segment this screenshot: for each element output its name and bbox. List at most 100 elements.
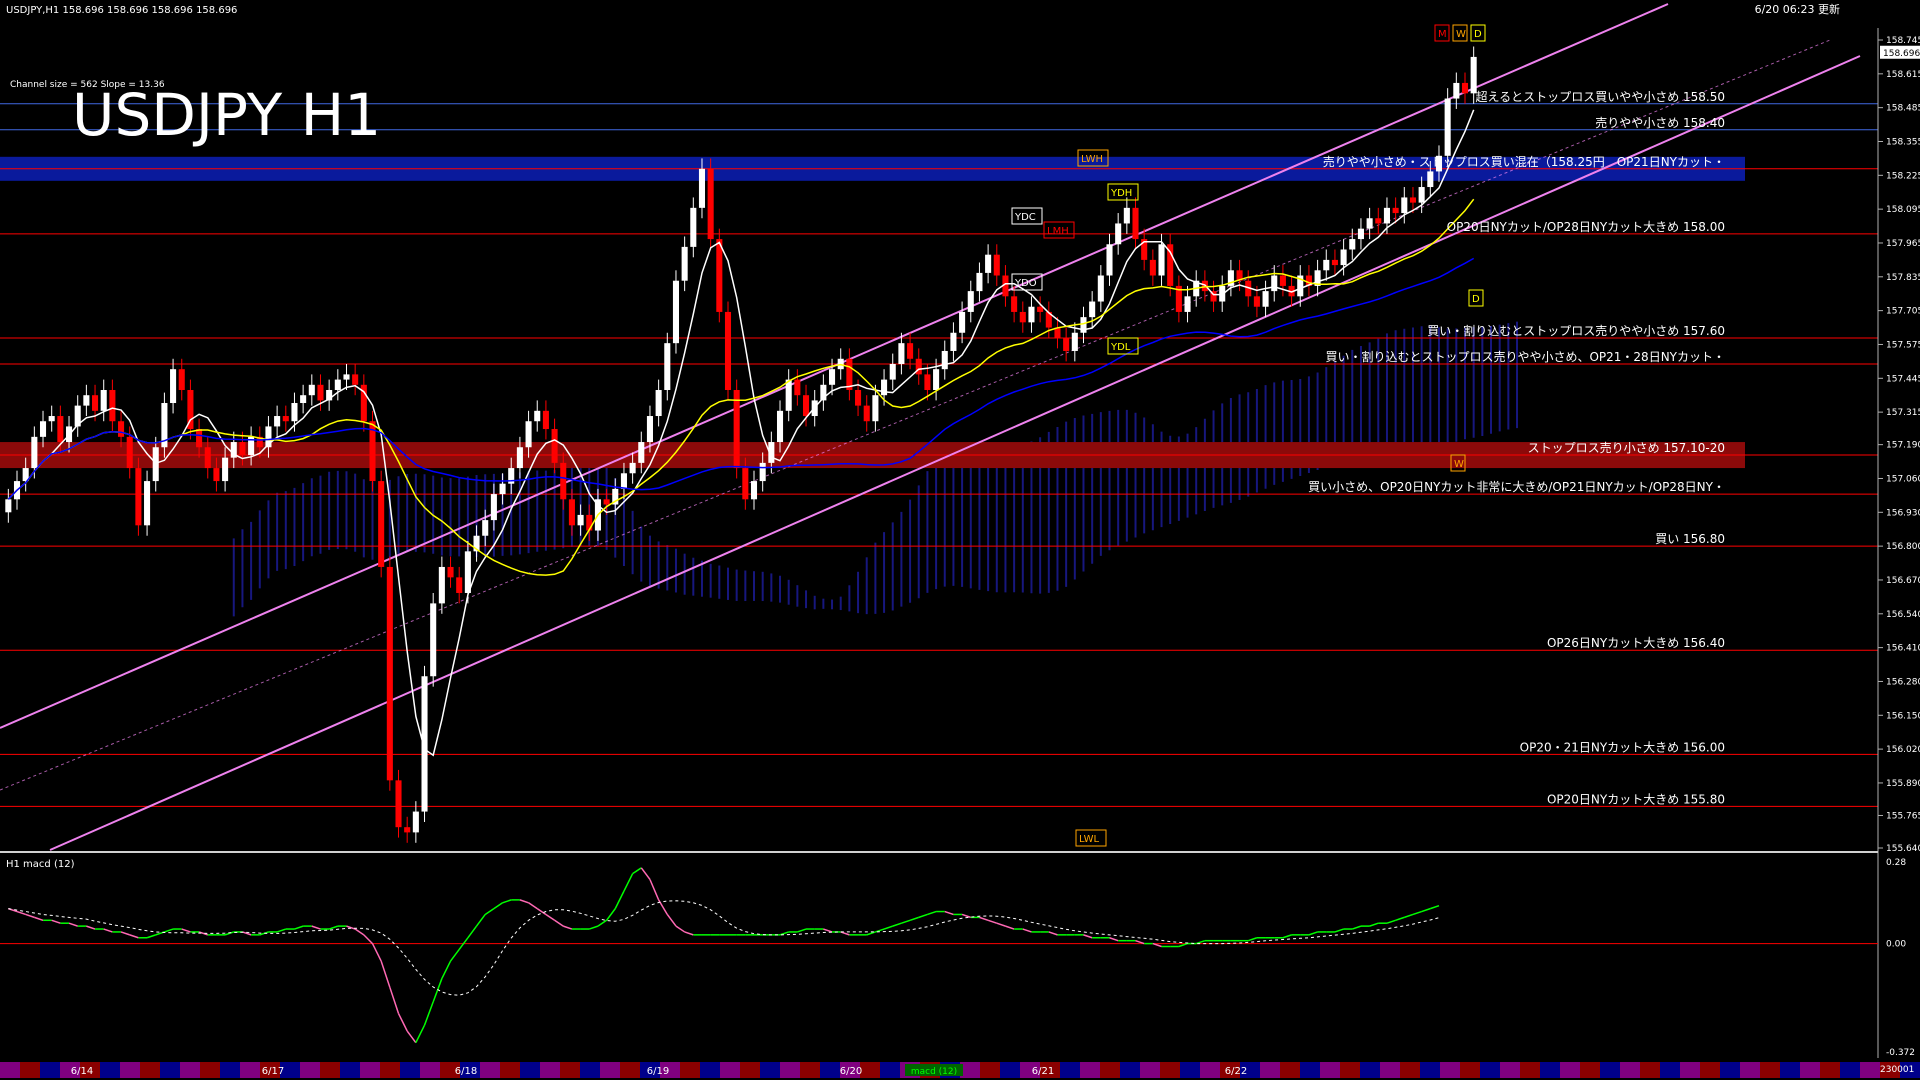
- tag-text: M: [1438, 29, 1447, 40]
- candle-body: [733, 390, 740, 469]
- date-bar-segment: [300, 1062, 320, 1078]
- candle-body: [126, 436, 133, 469]
- date-label: 6/22: [1225, 1066, 1247, 1077]
- date-bar-segment: [1620, 1062, 1640, 1078]
- candle-body: [1357, 228, 1364, 240]
- date-bar-segment: [700, 1062, 720, 1078]
- candle-body: [976, 272, 983, 292]
- candle-body: [239, 442, 246, 456]
- price-tick-label: 156.150: [1886, 711, 1920, 721]
- candle-body: [785, 379, 792, 411]
- candle-body: [750, 481, 758, 500]
- date-bar-segment: [20, 1062, 40, 1078]
- candle-body: [534, 410, 541, 422]
- date-bar-segment: [620, 1062, 640, 1078]
- candle-body: [222, 457, 229, 482]
- date-bar-segment: [880, 1062, 900, 1078]
- date-bar-segment: [1160, 1062, 1180, 1078]
- date-bar-segment: [1420, 1062, 1440, 1078]
- candle-body: [118, 421, 125, 437]
- date-bar-segment: [600, 1062, 620, 1078]
- date-bar-segment: [360, 1062, 380, 1078]
- price-tick-label: 157.315: [1886, 408, 1920, 418]
- date-bar-segment: [1840, 1062, 1860, 1078]
- date-bar-segment: [1860, 1062, 1880, 1078]
- candle-body: [872, 395, 879, 422]
- candle-body: [1375, 218, 1382, 224]
- candle-body: [1149, 259, 1156, 276]
- candle-body: [620, 473, 627, 489]
- tag-text: YDO: [1014, 278, 1037, 289]
- date-bar-segment: [380, 1062, 400, 1078]
- date-bar-segment: [560, 1062, 580, 1078]
- candle-body: [1071, 332, 1078, 351]
- candle-body: [881, 379, 888, 396]
- date-bar-segment: [1380, 1062, 1400, 1078]
- candle-body: [993, 254, 1000, 276]
- date-bar-segment: [1400, 1062, 1420, 1078]
- candle-body: [863, 405, 870, 422]
- candle-body: [213, 468, 220, 482]
- tag-text: YDL: [1110, 342, 1131, 353]
- price-tick-label: 155.640: [1886, 844, 1920, 854]
- date-bar-segment: [1260, 1062, 1280, 1078]
- candle-body: [1331, 259, 1338, 266]
- price-tick-label: 157.835: [1886, 273, 1920, 283]
- price-tick-label: 156.540: [1886, 610, 1920, 620]
- candle-body: [672, 280, 680, 344]
- tag-text: LMH: [1047, 226, 1069, 237]
- date-bar-segment: [1640, 1062, 1660, 1078]
- candle-body: [152, 447, 159, 482]
- candle-body: [308, 384, 315, 396]
- candle-body: [447, 566, 454, 578]
- date-bar-segment: [1780, 1062, 1800, 1078]
- macd-tick-label: 0.00: [1886, 940, 1906, 950]
- tag-text: YDC: [1014, 212, 1036, 223]
- candle-body: [1019, 311, 1026, 323]
- candle-body: [1123, 207, 1130, 224]
- tag-text: D: [1472, 294, 1480, 305]
- candle-body: [464, 551, 471, 593]
- date-bar-segment: [520, 1062, 540, 1078]
- price-tick-label: 157.575: [1886, 340, 1920, 350]
- date-bar-segment: [820, 1062, 840, 1078]
- candle-body: [490, 494, 497, 521]
- candle-body: [178, 369, 185, 391]
- current-price-label: 158.696: [1883, 49, 1920, 59]
- candle-body: [1366, 218, 1373, 229]
- candle-body: [412, 811, 419, 833]
- level-label: OP20・21日NYカット大きめ 156.00: [1520, 740, 1725, 754]
- price-tick-label: 155.765: [1886, 811, 1920, 821]
- date-bar-segment: [1480, 1062, 1500, 1078]
- candle-body: [924, 374, 931, 391]
- candle-body: [144, 481, 151, 526]
- candle-body: [586, 514, 593, 531]
- candle-body: [135, 468, 142, 526]
- date-bar-segment: [720, 1062, 740, 1078]
- macd-label: H1 macd (12): [6, 859, 75, 870]
- candle-body: [664, 343, 671, 391]
- date-bar-segment: [1560, 1062, 1580, 1078]
- date-bar-segment: [480, 1062, 500, 1078]
- candle-body: [1444, 98, 1451, 156]
- candle-body: [959, 311, 966, 333]
- candle-body: [395, 780, 402, 828]
- level-label: 買い小さめ、OP20日NYカット非常に大きめ/OP21日NYカット/OP28日N…: [1308, 480, 1725, 494]
- candle-body: [1184, 296, 1191, 312]
- candle-body: [967, 291, 974, 312]
- date-bar-segment: [320, 1062, 340, 1078]
- date-bar-segment: [1580, 1062, 1600, 1078]
- date-bar-segment: [1740, 1062, 1760, 1078]
- price-tick-label: 157.965: [1886, 239, 1920, 249]
- level-label: 買い・割り込むとストップロス売りやや小さめ 157.60: [1427, 323, 1725, 338]
- candle-body: [568, 499, 575, 526]
- price-tick-label: 156.280: [1886, 677, 1920, 687]
- date-bar-segment: [1500, 1062, 1520, 1078]
- candle-body: [274, 416, 281, 427]
- candle-body: [1323, 259, 1330, 271]
- candle-body: [1427, 171, 1434, 188]
- candle-body: [291, 403, 298, 422]
- date-bar-segment: [1440, 1062, 1460, 1078]
- candle-body: [39, 421, 47, 437]
- candle-body: [707, 168, 714, 240]
